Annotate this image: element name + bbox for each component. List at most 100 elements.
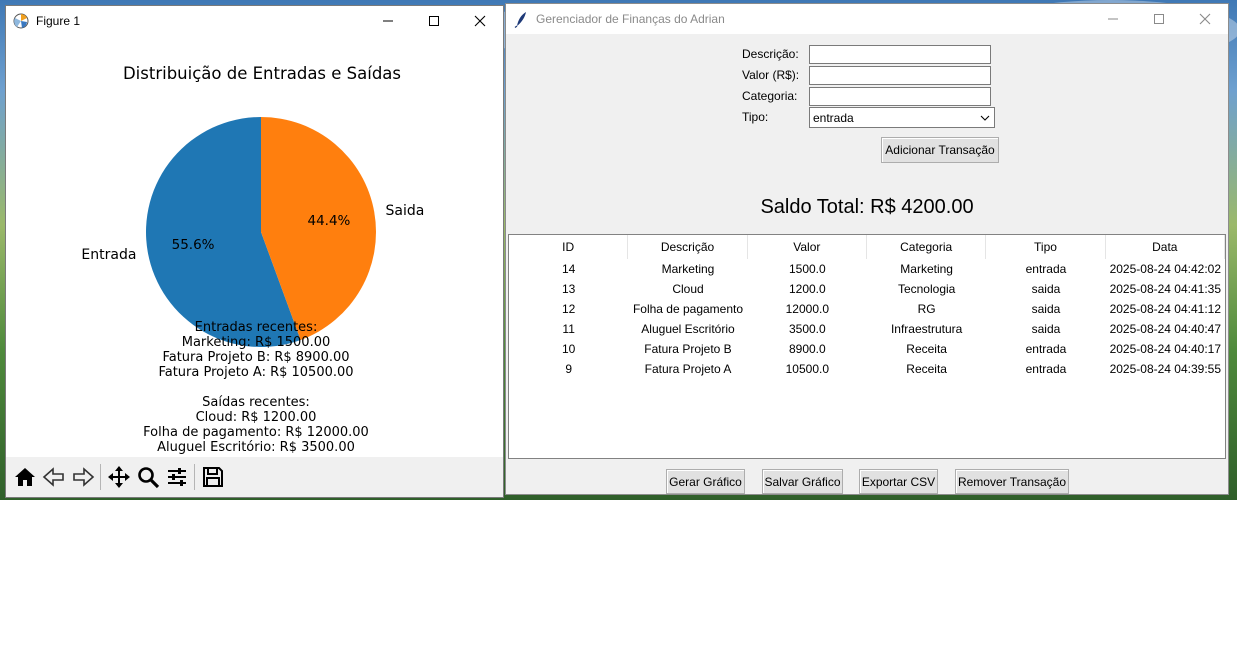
minimize-icon (1108, 18, 1118, 20)
column-header[interactable]: ID (509, 235, 629, 259)
table-cell: Receita (906, 342, 947, 356)
navigation-toolbar (6, 457, 503, 497)
table-cell: 9 (565, 362, 572, 376)
table-cell: 1500.0 (788, 262, 826, 276)
table-cell: Fatura Projeto A (644, 362, 732, 376)
home-button[interactable] (10, 461, 39, 493)
table-row[interactable]: 14 Marketing 1500.0 Marketing entrada 2025-08… (509, 259, 1225, 279)
table-cell: 2025-08-24 04:40:47 (1109, 322, 1222, 336)
table-cell: 3500.0 (788, 322, 826, 336)
table-row[interactable]: 13 Cloud 1200.0 Tecnologia saida 2025-08-24 0… (509, 279, 1225, 299)
home-icon (14, 468, 35, 486)
transactions-table[interactable]: ID Descrição Valor Categoria Tipo Data 14 Mark… (508, 234, 1226, 459)
app-titlebar[interactable]: Gerenciador de Finanças do Adrian (506, 4, 1228, 34)
summary-line: Saídas recentes: (202, 395, 310, 410)
table-cell: Infraestrutura (890, 322, 963, 336)
pie-chart: Distribuição de Entradas e Saídas 55.6% E… (81, 64, 425, 455)
configure-subplots-button[interactable] (162, 461, 191, 493)
remove-transaction-button[interactable]: Remover Transação (955, 469, 1069, 494)
table-cell: 14 (561, 262, 576, 276)
export-csv-button[interactable]: Exportar CSV (859, 469, 938, 494)
save-chart-button[interactable]: Salvar Gráfico (762, 469, 843, 494)
pie-percentage-label: 55.6% (172, 237, 215, 253)
figure-window-title: Figure 1 (36, 14, 81, 28)
categoria-label: Categoria: (742, 89, 798, 103)
close-button[interactable] (1182, 4, 1228, 34)
table-cell: Cloud (672, 282, 704, 296)
descricao-input[interactable] (809, 45, 991, 64)
configure-subplots-icon (167, 468, 186, 486)
table-cell: 12 (561, 302, 576, 316)
tipo-select[interactable]: entrada (809, 107, 995, 128)
tipo-selected-value: entrada (813, 110, 854, 125)
back-button[interactable] (39, 461, 68, 493)
summary-line: Aluguel Escritório: R$ 3500.00 (157, 440, 355, 455)
chart-title: Distribuição de Entradas e Saídas (123, 64, 401, 83)
table-row[interactable]: 9 Fatura Projeto A 10500.0 Receita entrada 20… (509, 359, 1225, 379)
pan-icon (107, 466, 130, 488)
table-body: 14 Marketing 1500.0 Marketing entrada 2025-08… (509, 259, 1225, 379)
save-icon (202, 467, 223, 487)
summary-line: Fatura Projeto A: R$ 10500.00 (158, 365, 353, 380)
table-cell: Aluguel Escritório (641, 322, 735, 336)
pie-category-label: Entrada (81, 247, 136, 263)
table-cell: 1200.0 (788, 282, 826, 296)
valor-label: Valor (R$): (742, 68, 800, 82)
save-figure-button[interactable] (198, 461, 227, 493)
figure-titlebar[interactable]: Figure 1 (6, 6, 503, 36)
table-cell: entrada (1025, 342, 1067, 356)
figure-canvas: Distribuição de Entradas e Saídas 55.6% E… (6, 36, 503, 457)
toolbar-separator (194, 464, 195, 490)
table-cell: Folha de pagamento (632, 302, 744, 316)
table-cell: 8900.0 (788, 342, 826, 356)
maximize-button[interactable] (1136, 4, 1182, 34)
table-cell: saida (1031, 322, 1061, 336)
back-icon (42, 467, 64, 487)
valor-input[interactable] (809, 66, 991, 85)
toolbar-separator (100, 464, 101, 490)
pie-percentage-label: 44.4% (307, 213, 350, 229)
summary-line: Cloud: R$ 1200.00 (196, 410, 317, 425)
matplotlib-icon (13, 13, 29, 29)
descricao-label: Descrição: (742, 47, 799, 61)
minimize-button[interactable] (365, 6, 411, 36)
pan-button[interactable] (104, 461, 133, 493)
summary-line: Entradas recentes: (195, 320, 318, 335)
zoom-button[interactable] (133, 461, 162, 493)
close-button[interactable] (457, 6, 503, 36)
column-header[interactable]: Valor (748, 235, 867, 259)
app-window-title: Gerenciador de Finanças do Adrian (536, 12, 725, 26)
table-cell: Fatura Projeto B (644, 342, 732, 356)
maximize-button[interactable] (411, 6, 457, 36)
table-cell: saida (1031, 282, 1061, 296)
finance-app-window: Gerenciador de Finanças do Adrian Descri… (505, 3, 1229, 495)
forward-button[interactable] (68, 461, 97, 493)
table-cell: 2025-08-24 04:42:02 (1109, 262, 1222, 276)
summary-line: Marketing: R$ 1500.00 (182, 335, 331, 350)
table-cell: 2025-08-24 04:39:55 (1109, 362, 1222, 376)
pie-category-label: Saida (386, 203, 425, 219)
table-row[interactable]: 12 Folha de pagamento 12000.0 RG saida 2025-0… (509, 299, 1225, 319)
categoria-input[interactable] (809, 87, 991, 106)
table-cell: 10 (561, 342, 576, 356)
table-cell: 2025-08-24 04:41:12 (1109, 302, 1222, 316)
generate-chart-button[interactable]: Gerar Gráfico (666, 469, 745, 494)
table-cell: RG (917, 302, 936, 316)
column-header[interactable]: Data (1106, 235, 1225, 259)
minimize-button[interactable] (1090, 4, 1136, 34)
add-transaction-button[interactable]: Adicionar Transação (881, 137, 999, 163)
column-header[interactable]: Descrição (628, 235, 748, 259)
table-row[interactable]: 10 Fatura Projeto B 8900.0 Receita entrada 20… (509, 339, 1225, 359)
table-cell: 2025-08-24 04:40:17 (1109, 342, 1222, 356)
minimize-icon (383, 20, 393, 22)
forward-icon (72, 467, 94, 487)
table-row[interactable]: 11 Aluguel Escritório 3500.0 Infraestrutura… (509, 319, 1225, 339)
zoom-icon (137, 467, 159, 489)
table-cell: 13 (561, 282, 576, 296)
chevron-down-icon (976, 115, 994, 121)
column-header[interactable]: Tipo (986, 235, 1106, 259)
figure-window: Figure 1 Distribuição de Entradas e Saíd… (5, 5, 504, 498)
tipo-label: Tipo: (742, 110, 769, 124)
column-header[interactable]: Categoria (867, 235, 987, 259)
summary-line: Fatura Projeto B: R$ 8900.00 (162, 350, 349, 365)
